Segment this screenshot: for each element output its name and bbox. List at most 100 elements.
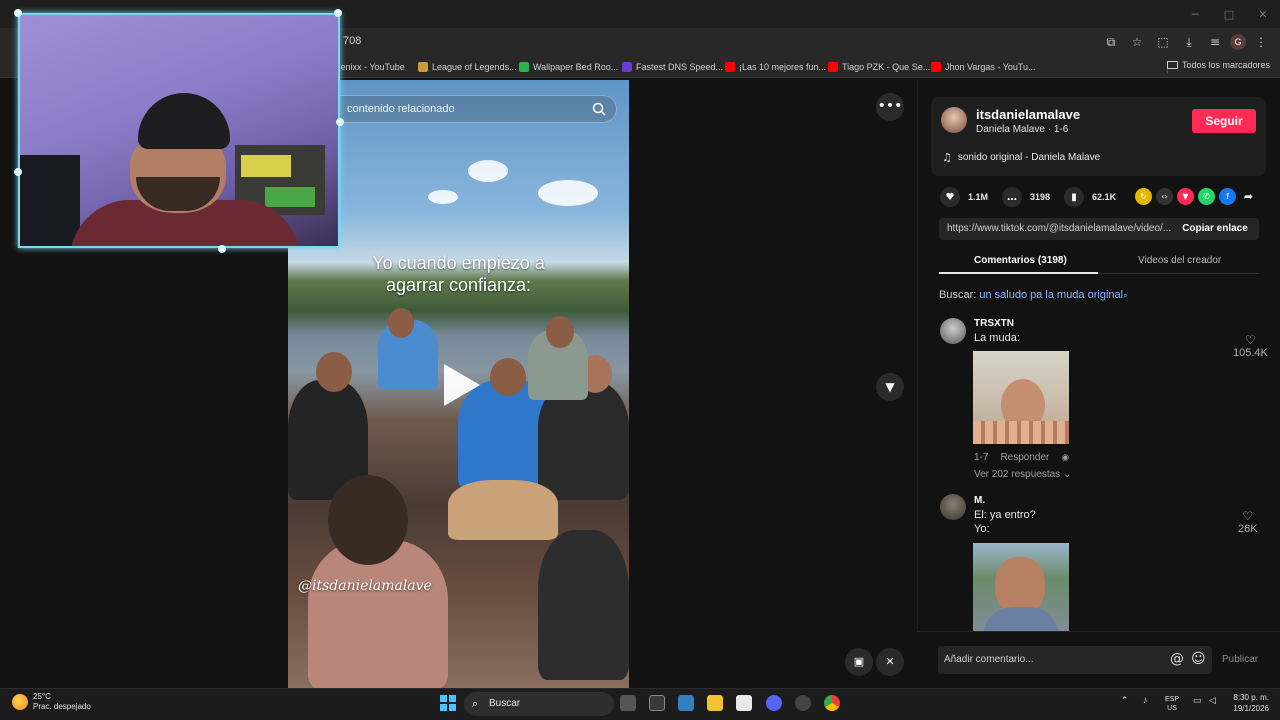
repost-icon[interactable]: ↻	[1135, 188, 1152, 205]
windows-start-icon[interactable]	[440, 695, 456, 711]
file-explorer-icon[interactable]	[707, 695, 723, 711]
system-clock[interactable]: 8:30 p. m. 19/1/2026	[1229, 692, 1269, 714]
send-icon[interactable]: ▼	[1177, 188, 1194, 205]
tab-comments[interactable]: Comentarios (3198)	[974, 255, 1067, 266]
share-icons: ↻ ‹› ▼ ✆ f ➦	[1135, 188, 1257, 205]
search-term[interactable]: un saludo pa la muda original	[979, 289, 1123, 301]
comment-icon[interactable]: …	[1002, 187, 1023, 207]
app-icon[interactable]	[736, 695, 752, 711]
extensions-icon[interactable]: ⬚	[1152, 32, 1174, 52]
comment-image[interactable]	[973, 543, 1069, 631]
avatar[interactable]	[940, 494, 966, 520]
head-shape	[388, 308, 414, 338]
bookmark-icon[interactable]: ▮	[1064, 187, 1085, 207]
frame-dot	[334, 9, 342, 17]
cloud-shape	[428, 190, 458, 204]
chrome-icon[interactable]	[824, 695, 840, 711]
comment-like[interactable]: ♡ 26K	[1238, 509, 1258, 535]
bookmark-item[interactable]: Fastest DNS Speed...	[622, 60, 723, 74]
frame-dot	[336, 118, 344, 126]
bookmark-item[interactable]: Jhon Vargas - YouTu...	[931, 60, 1036, 74]
playlist-icon[interactable]: ≡	[1204, 32, 1226, 52]
network-icon[interactable]: ▭	[1193, 695, 1202, 706]
music-note-icon: ♫	[942, 151, 952, 164]
copy-link-button[interactable]: Copiar enlace	[1172, 219, 1258, 239]
avatar[interactable]	[940, 318, 966, 344]
install-icon[interactable]: ⧉	[1100, 32, 1122, 52]
author-username[interactable]: itsdanielamalave	[976, 107, 1080, 122]
profile-avatar[interactable]: G	[1230, 34, 1246, 50]
download-icon[interactable]: ⤓	[1178, 32, 1200, 52]
bookmark-item[interactable]: Wallpaper Bed Roo...	[519, 60, 618, 74]
weather-icon	[12, 694, 28, 710]
next-video-button[interactable]: ▼	[876, 373, 904, 401]
more-options-button[interactable]: •••	[876, 93, 904, 121]
chevron-down-icon: ⌄	[1062, 469, 1072, 480]
lol-icon	[418, 62, 428, 72]
volume-icon[interactable]: ◁	[1209, 695, 1216, 706]
embed-icon[interactable]: ‹›	[1156, 188, 1173, 205]
comment-placeholder: Añadir comentario...	[944, 654, 1034, 665]
whatsapp-icon[interactable]: ✆	[1198, 188, 1215, 205]
all-bookmarks[interactable]: Todos los marcadores	[1166, 60, 1270, 70]
comment-like[interactable]: ♡ 105.4K	[1233, 333, 1268, 359]
streamer-cap	[138, 93, 230, 149]
maximize-icon[interactable]: □	[1212, 0, 1246, 28]
caption-line: agarrar confianza:	[385, 275, 532, 295]
hands-shape	[973, 421, 1069, 444]
play-icon[interactable]	[444, 364, 480, 406]
share-arrow-icon[interactable]: ➦	[1240, 188, 1257, 205]
taskbar-search[interactable]	[464, 692, 614, 716]
search-icon[interactable]	[592, 102, 606, 116]
taskbar-search-label: Buscar	[489, 698, 521, 709]
close-icon[interactable]: ✕	[1246, 0, 1280, 28]
discord-icon[interactable]	[766, 695, 782, 711]
person-shape	[448, 480, 558, 540]
mute-button[interactable]: ✕	[876, 648, 904, 676]
weather-widget[interactable]: 25°C Prac. despejado	[12, 692, 91, 712]
bookmark-item[interactable]: Tiago PZK - Que Se...	[828, 60, 930, 74]
app-icon[interactable]	[678, 695, 694, 711]
comment-image[interactable]	[973, 351, 1069, 444]
heart-icon[interactable]: ♡	[1238, 509, 1258, 523]
language-indicator[interactable]: ESP US	[1165, 695, 1179, 713]
microphone-icon[interactable]: ♪	[1143, 695, 1148, 705]
saves-count: 62.1K	[1092, 192, 1117, 202]
bookmark-item[interactable]: League of Legends...	[418, 60, 517, 74]
facebook-icon[interactable]: f	[1219, 188, 1236, 205]
avatar[interactable]	[941, 107, 967, 133]
view-replies-button[interactable]: Ver 202 respuestas ⌄	[974, 469, 1071, 480]
bookmark-item[interactable]: zenixx - YouTube	[336, 60, 405, 74]
publish-button[interactable]: Publicar	[1222, 654, 1258, 665]
music-title: sonido original - Daniela Malave	[957, 152, 1101, 163]
mention-icon[interactable]: @	[1170, 651, 1184, 667]
star-icon[interactable]: ☆	[1126, 32, 1148, 52]
task-view-icon[interactable]	[620, 695, 636, 711]
chevron-up-icon[interactable]: ⌃	[1121, 695, 1129, 706]
app-icon[interactable]	[795, 695, 811, 711]
video-link[interactable]: https://www.tiktok.com/@itsdanielamalave…	[947, 223, 1172, 234]
tab-creator-videos[interactable]: Videos del creador	[1138, 255, 1221, 266]
comment-username[interactable]: M.	[974, 495, 985, 506]
head-shape	[546, 316, 574, 348]
youtube-icon	[931, 62, 941, 72]
address-bar[interactable]: 708	[343, 35, 361, 47]
emoji-icon[interactable]: ☺	[1191, 651, 1206, 667]
minimize-icon[interactable]: ─	[1178, 0, 1212, 28]
pip-button[interactable]: ▣	[845, 648, 873, 676]
heart-icon[interactable]: ♡	[1233, 333, 1268, 347]
creator-badge-icon: ◉	[1061, 452, 1070, 462]
app-icon[interactable]	[649, 695, 665, 711]
follow-button[interactable]: Seguir	[1192, 109, 1256, 133]
menu-icon[interactable]: ⋮	[1250, 32, 1272, 52]
search-suggestion[interactable]: Buscar: un saludo pa la muda original⌕	[939, 289, 1128, 301]
comment-text: El: ya entro?	[974, 509, 1036, 521]
heart-icon[interactable]: ♥	[940, 187, 960, 207]
bookmark-item[interactable]: ¡Las 10 mejores fun...	[725, 60, 826, 74]
music-info[interactable]: ♫ sonido original - Daniela Malave	[942, 151, 1100, 164]
screen: ─ □ ✕ 708 ⧉ ☆ ⬚ ⤓ ≡ G ⋮ zenixx - YouTube…	[0, 0, 1280, 720]
reply-button[interactable]: Responder	[1000, 452, 1049, 463]
comment-username[interactable]: TRSXTN	[974, 318, 1014, 329]
related-search-bar[interactable]: contenido relacionado	[327, 95, 617, 123]
comments-count: 3198	[1030, 192, 1051, 202]
